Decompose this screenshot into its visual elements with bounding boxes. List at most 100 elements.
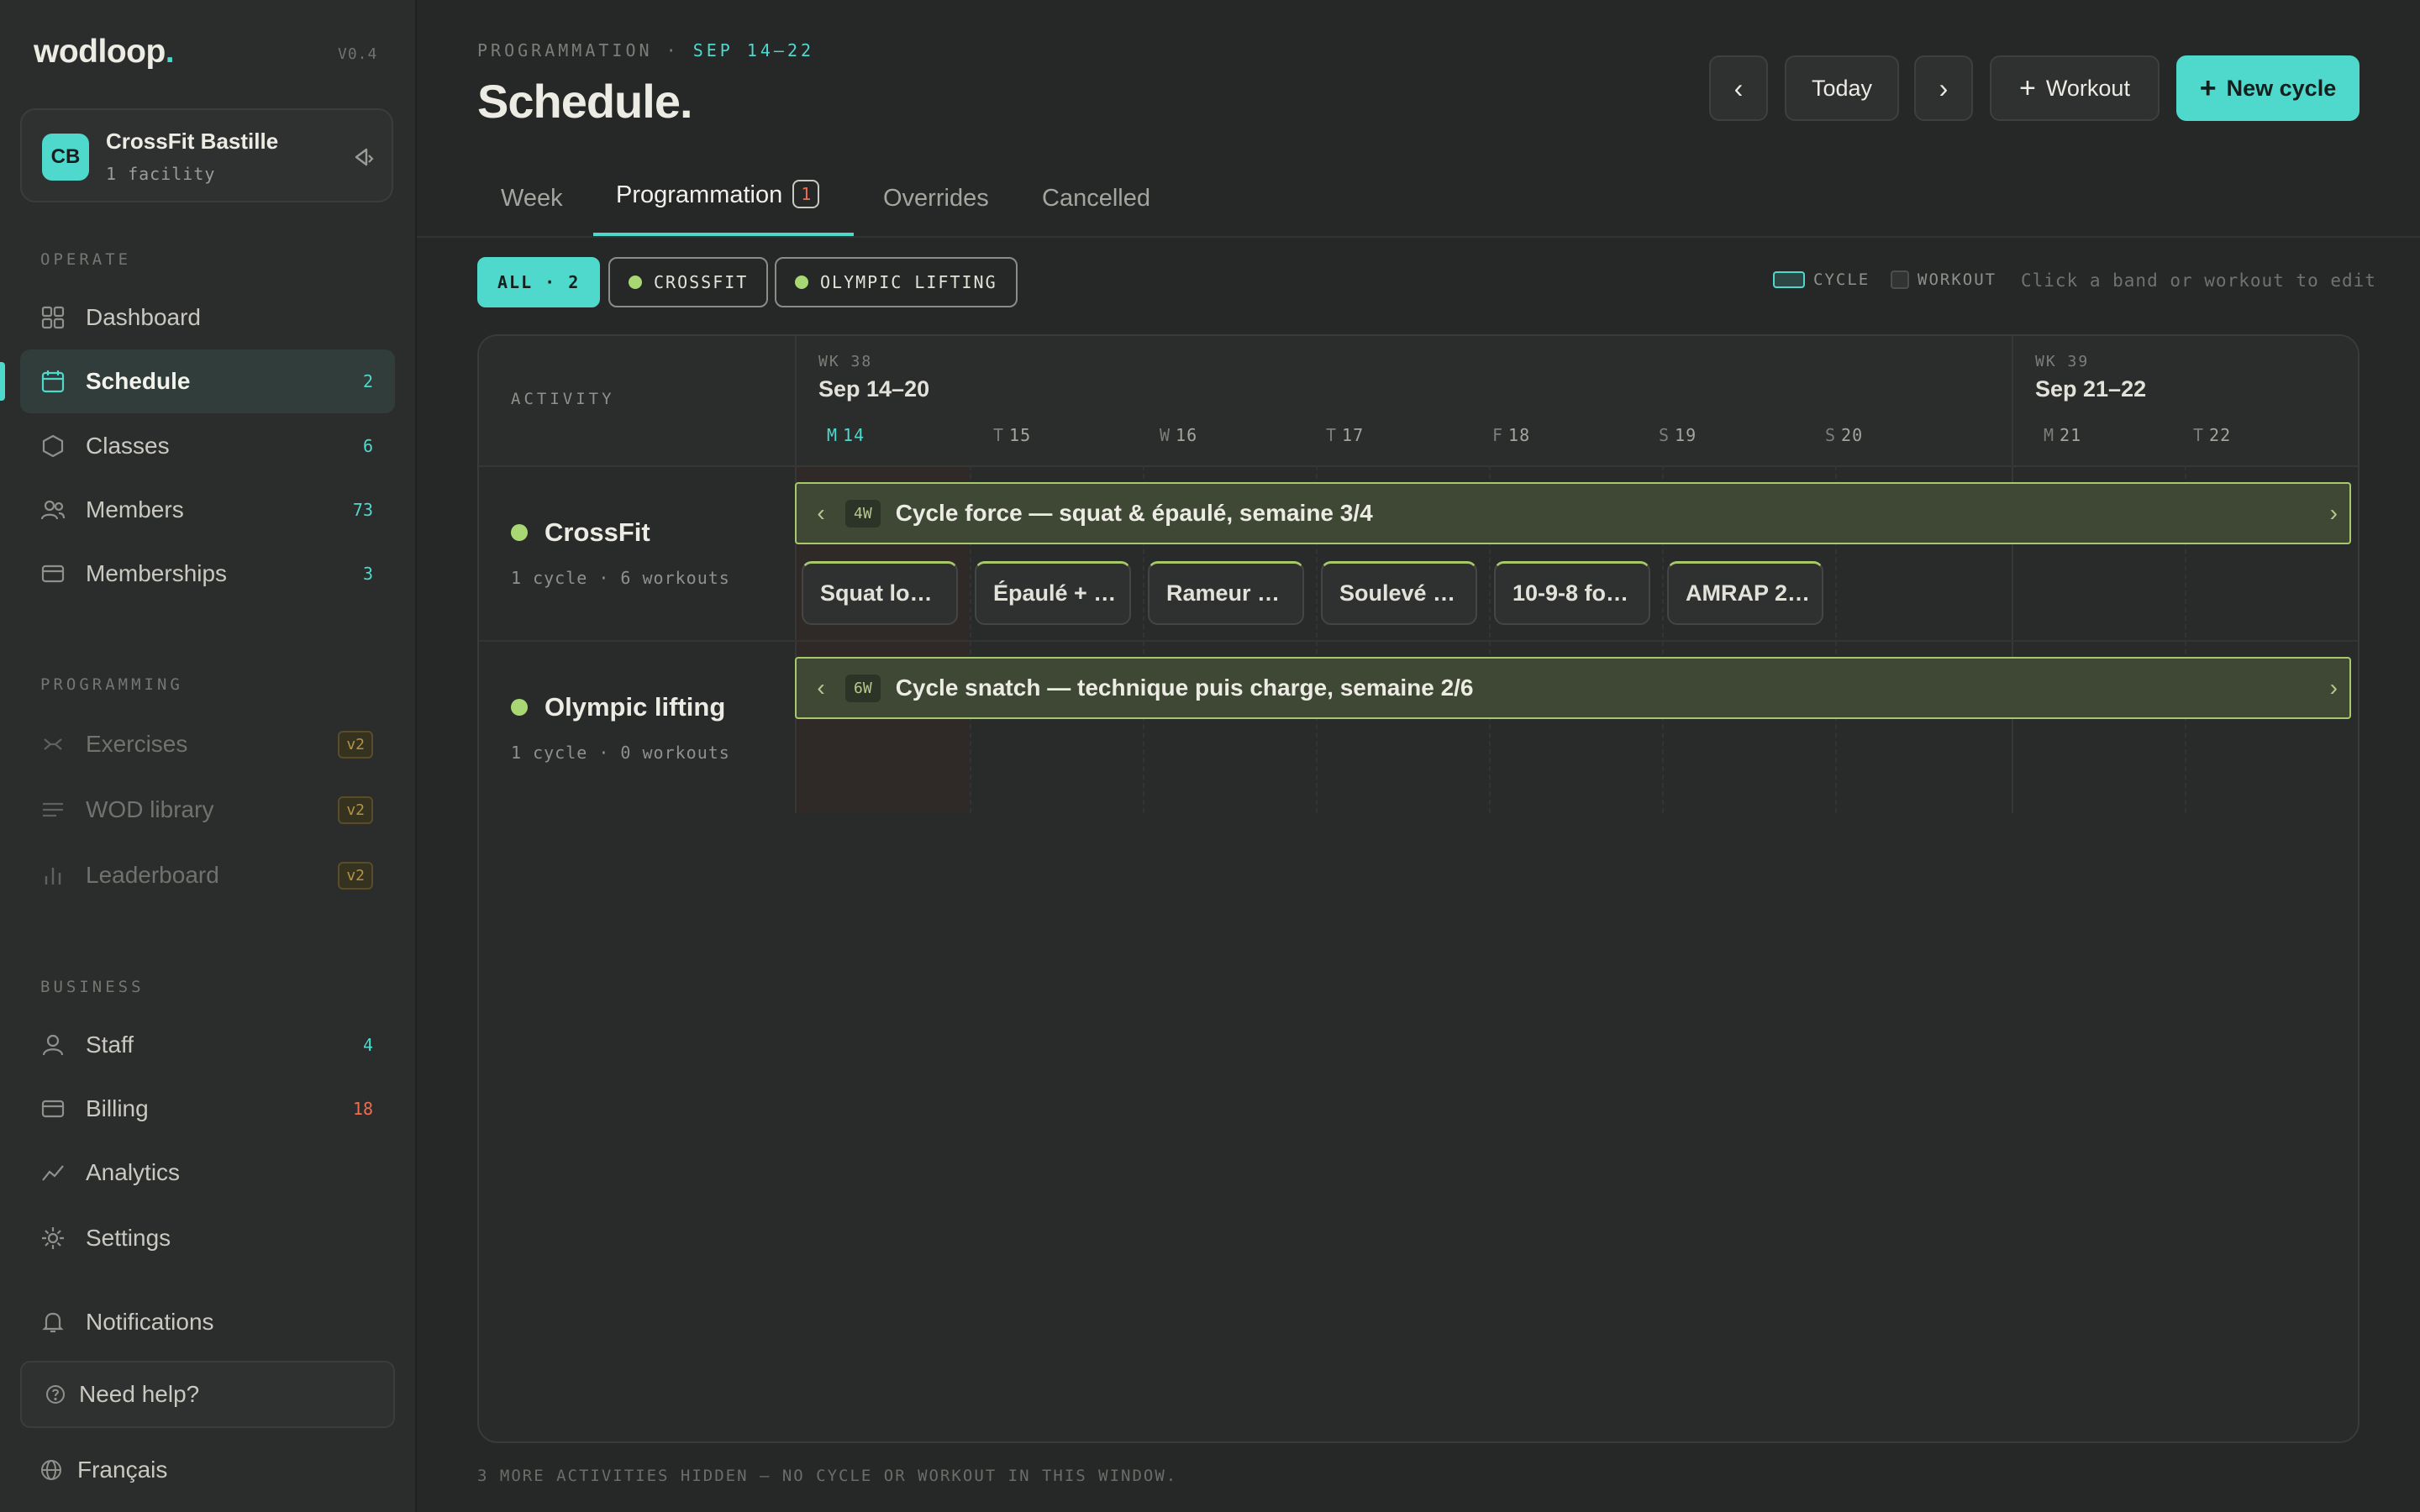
add-workout-button[interactable]: + Workout [1990,55,2160,121]
filter-olympic-lifting[interactable]: OLYMPIC LIFTING [775,257,1018,307]
tabs-divider [417,236,2420,238]
day-header[interactable]: M 21 [2044,425,2081,445]
help-label: Need help? [79,1381,200,1407]
help-button[interactable]: Need help? [20,1361,395,1428]
tab-week[interactable]: Week [501,185,563,213]
week-label: WK 38 [818,353,873,370]
globe-icon [41,1460,61,1480]
workout-card[interactable]: Squat lo… [802,561,958,625]
new-cycle-button[interactable]: + New cycle [2176,55,2360,121]
week-range: Sep 14–20 [818,376,930,402]
sidebar-item-exercises[interactable]: Exercises v2 [20,712,395,776]
language-switcher[interactable]: Français [40,1457,167,1483]
edit-hint: Click a band or workout to edit [2021,270,2376,291]
sidebar-item-label: Leaderboard [86,862,219,888]
prev-period-button[interactable]: ‹ [1709,55,1768,121]
collapse-sidebar-icon[interactable] [350,144,376,171]
cycle-title: Cycle snatch — technique puis charge, se… [895,675,1474,701]
section-business: BUSINESS [40,978,145,996]
activity-dot [795,276,808,289]
chevron-left-icon[interactable]: ‹ [797,675,845,701]
sidebar-item-staff[interactable]: Staff 4 [20,1013,395,1077]
sidebar-item-wod-library[interactable]: WOD library v2 [20,778,395,842]
activity-column-divider [795,336,797,813]
section-programming: PROGRAMMING [40,675,183,694]
sidebar-item-analytics[interactable]: Analytics [20,1141,395,1205]
day-header[interactable]: T 22 [2193,425,2231,445]
facility-name: CrossFit Bastille [106,129,279,154]
sidebar-item-members[interactable]: Members 73 [20,478,395,542]
sidebar-item-notifications[interactable]: Notifications [20,1290,395,1354]
chevron-right-icon[interactable]: › [2330,675,2338,701]
activity-summary: 1 cycle · 0 workouts [511,743,730,763]
chevron-right-icon[interactable]: › [2330,500,2338,527]
sidebar-item-label: Analytics [86,1159,181,1185]
user-icon [42,1034,64,1056]
app-logo[interactable]: wodloop. [34,34,175,71]
day-header[interactable]: W 16 [1160,425,1197,445]
workout-card[interactable]: 10-9-8 fo… [1494,561,1650,625]
week-label: WK 39 [2035,353,2090,370]
programming-board: ACTIVITY WK 38 Sep 14–20 WK 39 Sep 21–22… [477,334,2360,1443]
facility-switcher[interactable]: CB CrossFit Bastille 1 facility [20,108,393,202]
workout-card[interactable]: Rameur … [1148,561,1304,625]
sidebar: wodloop. V0.4 CB CrossFit Bastille 1 fac… [0,0,417,1512]
facility-count: 1 facility [106,164,216,184]
grid-icon [41,306,65,329]
trend-icon [42,1165,64,1181]
activity-dot [511,699,528,716]
app-version: V0.4 [338,45,378,63]
workout-swatch [1891,270,1909,289]
sidebar-item-label: Billing [86,1095,149,1121]
sidebar-item-label: Classes [86,433,170,459]
cycle-band[interactable]: ‹ 4W Cycle force — squat & épaulé, semai… [795,482,2351,544]
day-header[interactable]: F 18 [1492,425,1530,445]
row-divider [479,640,2358,642]
version-badge: v2 [338,795,373,824]
tab-overrides[interactable]: Overrides [883,185,989,213]
sidebar-item-classes[interactable]: Classes 6 [20,414,395,478]
calendar-icon [41,370,65,393]
board-header: ACTIVITY WK 38 Sep 14–20 WK 39 Sep 21–22… [479,336,2358,467]
workout-card[interactable]: AMRAP 2… [1667,561,1823,625]
cycle-length-badge: 4W [845,499,881,528]
activity-dot [511,524,528,541]
sidebar-item-memberships[interactable]: Memberships 3 [20,542,395,606]
sidebar-item-leaderboard[interactable]: Leaderboard v2 [20,843,395,907]
today-button[interactable]: Today [1785,55,1899,121]
day-header[interactable]: S 20 [1825,425,1863,445]
filter-all[interactable]: ALL · 2 [477,257,601,307]
card-icon [41,564,65,583]
workout-card[interactable]: Soulevé … [1321,561,1477,625]
sidebar-item-settings[interactable]: Settings [20,1206,395,1270]
day-header[interactable]: T 17 [1326,425,1364,445]
week-divider [2012,336,2013,813]
activity-name[interactable]: Olympic lifting [511,692,725,722]
cycle-band[interactable]: ‹ 6W Cycle snatch — technique puis charg… [795,657,2351,719]
tab-programmation[interactable]: Programmation 1 [616,180,820,209]
day-header[interactable]: S 19 [1659,425,1697,445]
cycle-swatch [1773,271,1805,288]
day-header[interactable]: T 15 [993,425,1031,445]
sidebar-item-dashboard[interactable]: Dashboard [20,286,395,349]
activity-name[interactable]: CrossFit [511,517,650,548]
cycle-title: Cycle force — squat & épaulé, semaine 3/… [895,500,1373,526]
breadcrumb: PROGRAMMATION · SEP 14–22 [477,40,815,60]
next-period-button[interactable]: › [1914,55,1973,121]
card-icon [41,1100,65,1118]
sidebar-item-schedule[interactable]: Schedule 2 [20,349,395,413]
filter-crossfit[interactable]: CROSSFIT [608,257,769,307]
sidebar-item-label: Settings [86,1225,171,1251]
workout-card[interactable]: Épaulé + … [975,561,1131,625]
language-label: Français [77,1457,168,1483]
day-header-today[interactable]: M 14 [827,425,865,445]
gear-icon [42,1227,64,1249]
hexagon-icon [42,434,64,458]
sidebar-item-label: WOD library [86,796,214,822]
bars-icon [45,868,61,885]
count-badge: 3 [362,564,373,584]
sidebar-item-billing[interactable]: Billing 18 [20,1077,395,1141]
tab-cancelled[interactable]: Cancelled [1042,185,1150,213]
count-badge: 18 [352,1099,373,1119]
chevron-left-icon[interactable]: ‹ [797,500,845,527]
